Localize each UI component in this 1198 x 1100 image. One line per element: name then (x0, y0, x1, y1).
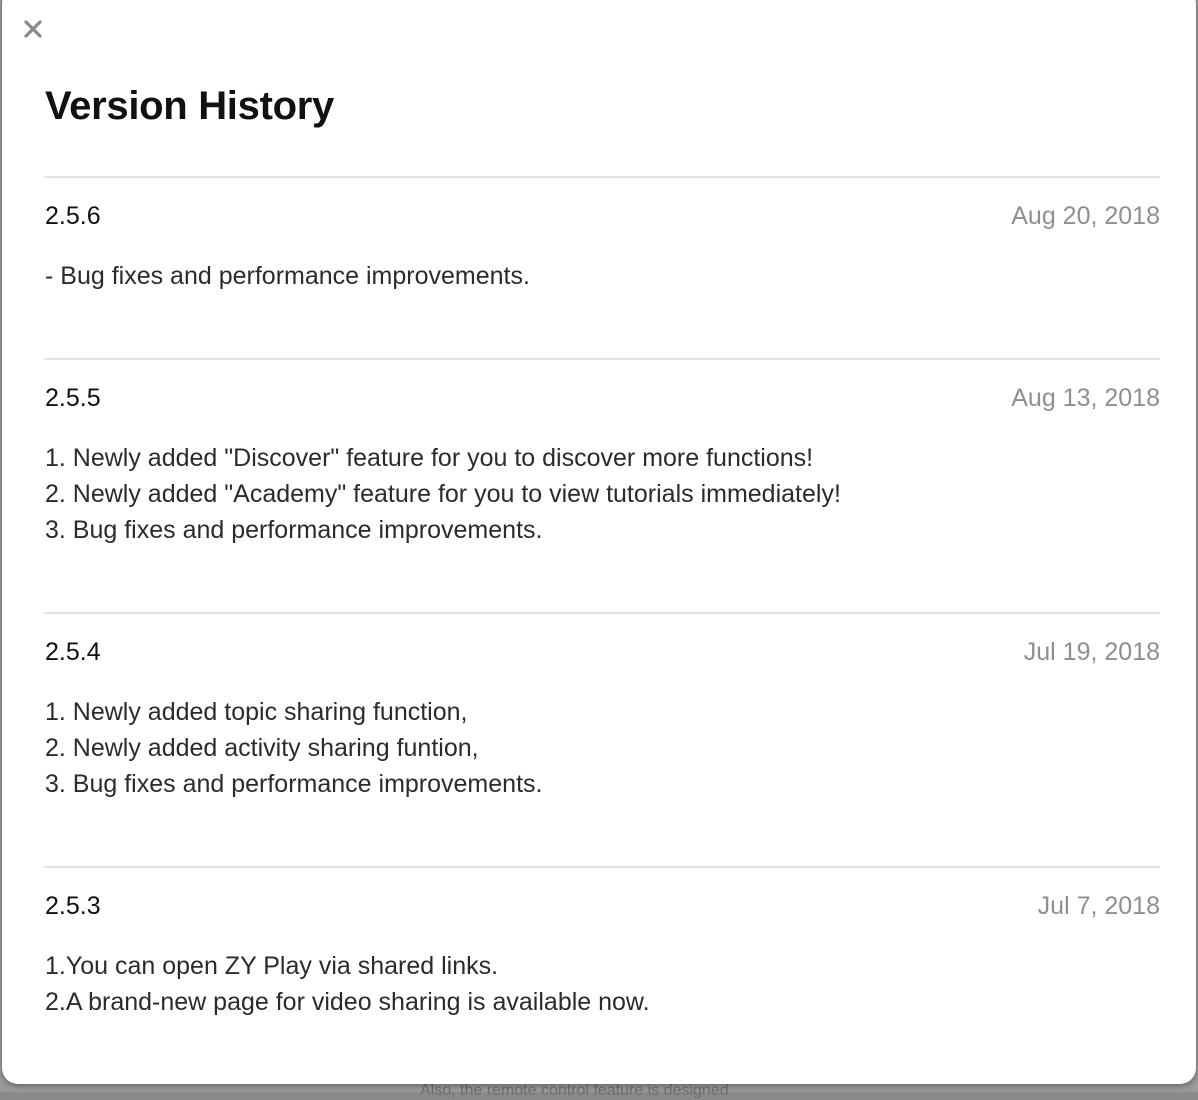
note-line: 1. Newly added topic sharing function, (45, 698, 468, 726)
note-line: 3. Bug fixes and performance improvement… (45, 1020, 1160, 1024)
note-line: 3. Bug fixes and performance improvement… (45, 770, 543, 798)
note-line: 2.A brand-new page for video sharing is … (45, 988, 650, 1016)
close-icon (24, 20, 42, 38)
version-history-dialog: Version History 2.5.6 Aug 20, 2018 - Bug… (2, 0, 1196, 1084)
version-entry: 2.5.5 Aug 13, 2018 1. Newly added "Disco… (44, 358, 1160, 612)
version-list[interactable]: 2.5.6 Aug 20, 2018 - Bug fixes and perfo… (44, 176, 1160, 1024)
dialog-title: Version History (45, 84, 334, 128)
background-text: Also, the remote control feature is desi… (420, 1082, 729, 1099)
version-number: 2.5.5 (45, 384, 101, 412)
note-line: 1.You can open ZY Play via shared links. (45, 952, 499, 980)
release-date: Aug 13, 2018 (1011, 384, 1160, 412)
release-notes: 1.You can open ZY Play via shared links.… (44, 948, 1160, 1024)
note-line: 2. Newly added activity sharing funtion, (45, 734, 479, 762)
version-entry: 2.5.4 Jul 19, 2018 1. Newly added topic … (44, 612, 1160, 866)
version-number: 2.5.3 (45, 892, 101, 920)
version-number: 2.5.4 (45, 638, 101, 666)
note-line: 3. Bug fixes and performance improvement… (45, 516, 543, 544)
release-date: Jul 19, 2018 (1023, 638, 1160, 666)
version-entry: 2.5.6 Aug 20, 2018 - Bug fixes and perfo… (44, 176, 1160, 358)
version-entry: 2.5.3 Jul 7, 2018 1.You can open ZY Play… (44, 866, 1160, 1024)
release-notes: 1. Newly added topic sharing function, 2… (44, 694, 1160, 802)
close-button[interactable] (22, 18, 44, 40)
version-number: 2.5.6 (45, 202, 101, 230)
note-line: 2. Newly added "Academy" feature for you… (45, 480, 841, 508)
note-line: 1. Newly added "Discover" feature for yo… (45, 444, 814, 472)
release-notes: 1. Newly added "Discover" feature for yo… (44, 440, 1160, 548)
release-date: Jul 7, 2018 (1037, 892, 1160, 920)
release-notes: - Bug fixes and performance improvements… (44, 258, 1160, 294)
note-line: - Bug fixes and performance improvements… (45, 262, 530, 290)
release-date: Aug 20, 2018 (1011, 202, 1160, 230)
